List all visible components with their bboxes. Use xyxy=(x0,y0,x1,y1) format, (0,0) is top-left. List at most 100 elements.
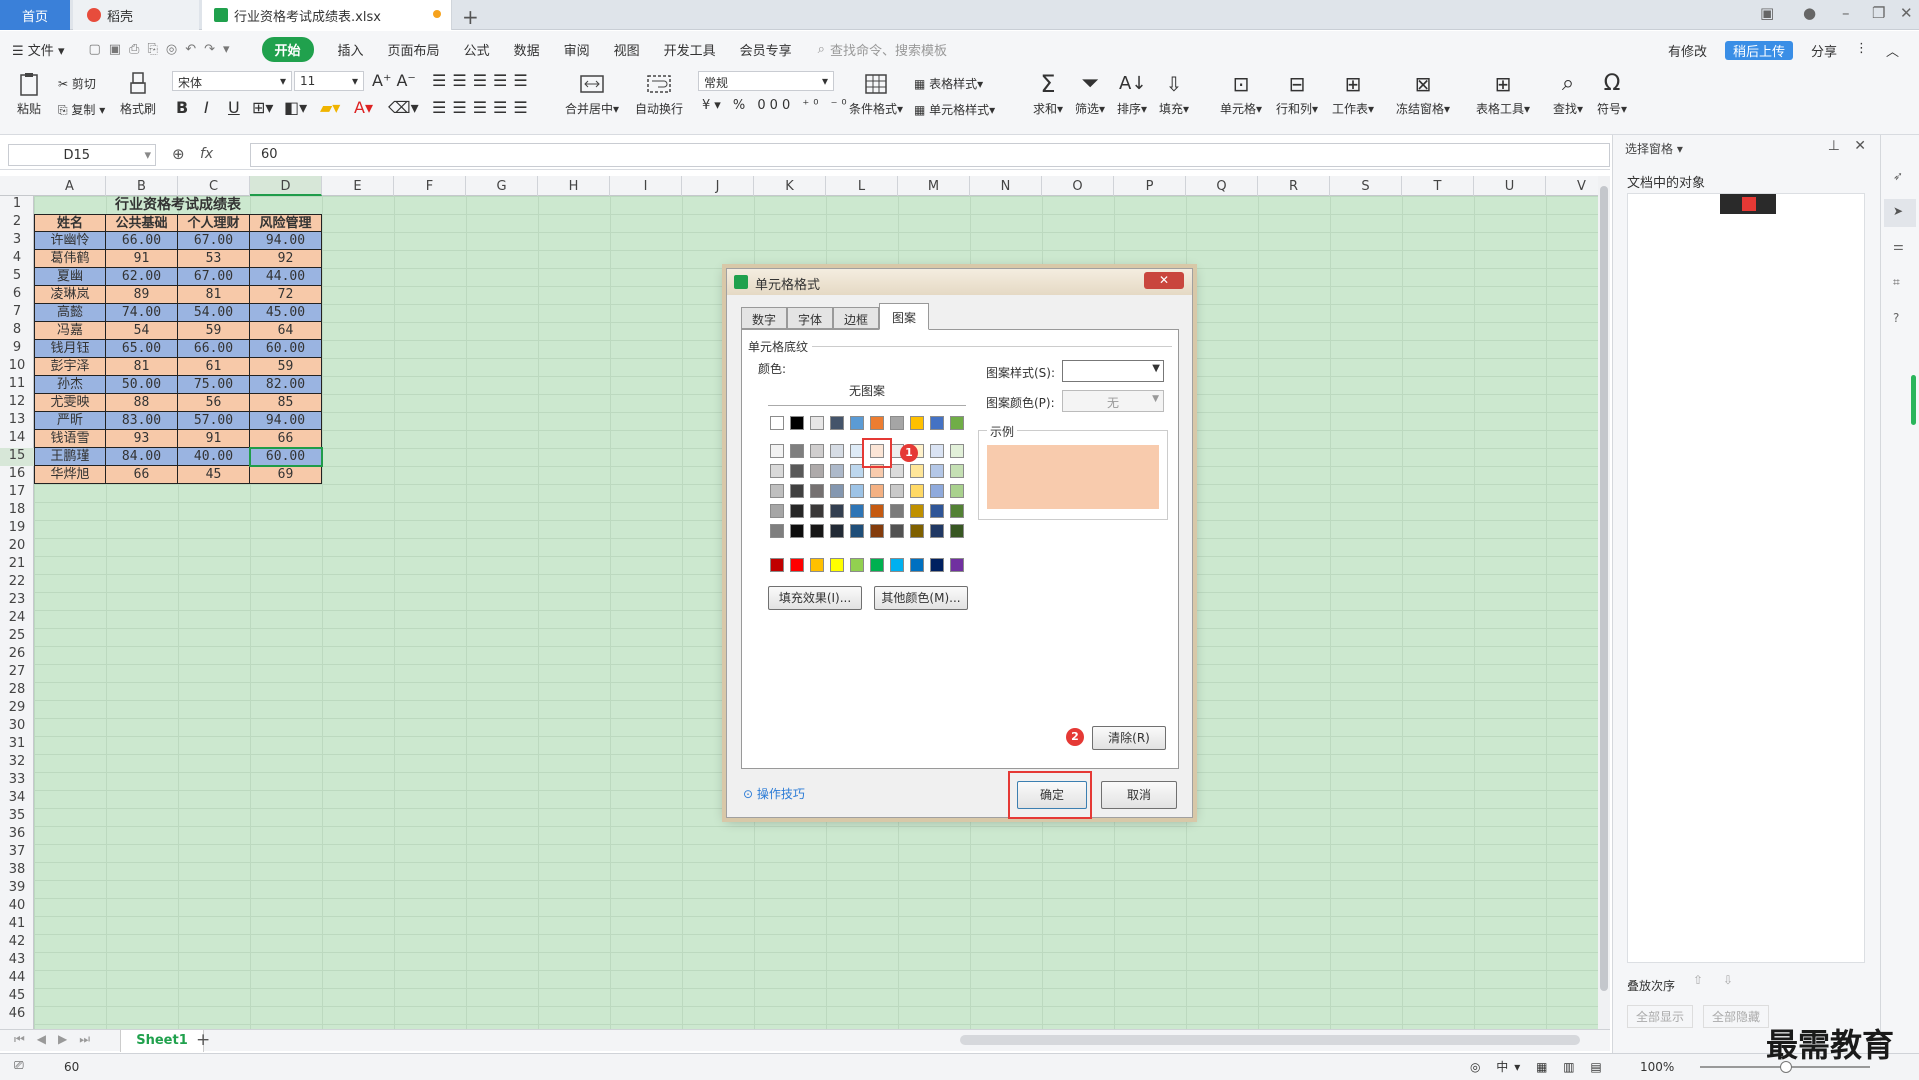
column-header[interactable]: V xyxy=(1546,176,1598,196)
zoom-formula-icon[interactable]: ⊕ xyxy=(172,145,185,163)
clear-button[interactable]: 清除(R) xyxy=(1092,726,1166,750)
underline-icon[interactable]: U xyxy=(228,98,240,117)
table-cell[interactable]: 64 xyxy=(250,322,322,340)
row-header[interactable]: 34 xyxy=(0,790,34,808)
eraser-icon[interactable]: ⌫▾ xyxy=(388,98,419,117)
border-icon[interactable]: ⊞▾ xyxy=(252,98,273,117)
row-header[interactable]: 5 xyxy=(0,268,34,286)
align-vertical-icons[interactable]: ☰☰☰☰☰ xyxy=(432,71,534,90)
tab-pattern[interactable]: 图案 xyxy=(879,303,929,330)
color-swatch[interactable] xyxy=(870,524,884,538)
conditional-format-button[interactable]: 条件格式▾ xyxy=(846,71,906,117)
table-cell[interactable]: 75.00 xyxy=(178,376,250,394)
pane-title[interactable]: 选择窗格 ▾ xyxy=(1625,140,1683,157)
table-cell[interactable]: 孙杰 xyxy=(34,376,106,394)
row-header[interactable]: 23 xyxy=(0,592,34,610)
table-cell[interactable]: 尤雯映 xyxy=(34,394,106,412)
color-swatch[interactable] xyxy=(850,504,864,518)
rocket-icon[interactable]: ➶ xyxy=(1893,169,1903,183)
pin-icon[interactable]: ⊥ xyxy=(1828,138,1840,154)
fx-icon[interactable]: fx xyxy=(200,146,213,162)
color-swatch[interactable] xyxy=(830,504,844,518)
table-cell[interactable]: 50.00 xyxy=(106,376,178,394)
row-header[interactable]: 17 xyxy=(0,484,34,502)
color-swatch[interactable] xyxy=(810,444,824,458)
row-header[interactable]: 28 xyxy=(0,682,34,700)
row-header[interactable]: 38 xyxy=(0,862,34,880)
color-swatch[interactable] xyxy=(790,524,804,538)
paste-button[interactable]: 粘贴 xyxy=(12,71,46,117)
row-header[interactable]: 19 xyxy=(0,520,34,538)
row-header[interactable]: 20 xyxy=(0,538,34,556)
wrap-text-button[interactable]: 自动换行 xyxy=(630,71,688,117)
menu-start[interactable]: 开始 xyxy=(261,36,314,62)
row-header[interactable]: 25 xyxy=(0,628,34,646)
font-grow-icon[interactable]: A⁺ A⁻ xyxy=(372,71,416,90)
color-swatch[interactable] xyxy=(890,504,904,518)
column-header[interactable]: M xyxy=(898,176,970,196)
color-swatch[interactable] xyxy=(810,416,824,430)
column-header[interactable]: P xyxy=(1114,176,1186,196)
color-swatch[interactable] xyxy=(770,444,784,458)
zoom-level[interactable]: 100% xyxy=(1640,1060,1674,1074)
menu-view[interactable]: 视图 xyxy=(614,40,640,59)
table-cell[interactable]: 高懿 xyxy=(34,304,106,322)
fill-color-icon[interactable]: ◧▾ xyxy=(284,98,307,117)
column-header[interactable]: U xyxy=(1474,176,1546,196)
cloud-upload-badge[interactable]: 稍后上传 xyxy=(1724,41,1793,60)
menu-formula[interactable]: 公式 xyxy=(464,40,490,59)
tab-home[interactable]: 首页 xyxy=(0,0,70,30)
table-cell[interactable]: 91 xyxy=(106,250,178,268)
format-painter-button[interactable]: 格式刷 xyxy=(116,71,160,117)
table-cell[interactable]: 45 xyxy=(178,466,250,484)
font-color-icon[interactable]: A▾ xyxy=(354,98,373,117)
tab-font[interactable]: 字体 xyxy=(787,307,833,329)
color-swatch[interactable] xyxy=(930,484,944,498)
color-swatch[interactable] xyxy=(790,416,804,430)
menu-data[interactable]: 数据 xyxy=(514,40,540,59)
color-swatch[interactable] xyxy=(910,558,924,572)
cursor-icon[interactable]: ➤ xyxy=(1884,199,1916,227)
table-cell[interactable]: 严昕 xyxy=(34,412,106,430)
highlight-icon[interactable]: ▰▾ xyxy=(320,98,340,117)
row-header[interactable]: 11 xyxy=(0,376,34,394)
column-header[interactable]: I xyxy=(610,176,682,196)
table-cell[interactable]: 44.00 xyxy=(250,268,322,286)
color-swatch[interactable] xyxy=(890,416,904,430)
table-cell[interactable]: 61 xyxy=(178,358,250,376)
color-swatch[interactable] xyxy=(950,416,964,430)
table-cell[interactable]: 59 xyxy=(178,322,250,340)
number-format-icons[interactable]: ¥▾ % 000 ⁺⁰ ⁻⁰ xyxy=(702,98,851,113)
color-swatch[interactable] xyxy=(810,464,824,478)
objects-list[interactable] xyxy=(1627,193,1865,963)
minimize-icon[interactable]: – xyxy=(1842,4,1850,22)
menu-file[interactable]: ☰ 文件 ▾ xyxy=(12,40,64,59)
horizontal-scrollbar[interactable] xyxy=(960,1035,1580,1045)
table-cell[interactable]: 王鹏瑾 xyxy=(34,448,106,466)
column-header[interactable]: B xyxy=(106,176,178,196)
table-cell[interactable]: 62.00 xyxy=(106,268,178,286)
quick-access-icons[interactable]: ▢▣⎙⎘◎↶↷▾ xyxy=(88,42,237,57)
row-header[interactable]: 8 xyxy=(0,322,34,340)
row-header[interactable]: 27 xyxy=(0,664,34,682)
row-header[interactable]: 10 xyxy=(0,358,34,376)
unsaved-dot-icon[interactable] xyxy=(433,10,441,18)
table-cell[interactable]: 94.00 xyxy=(250,412,322,430)
color-swatch[interactable] xyxy=(890,524,904,538)
dialog-close-icon[interactable]: ✕ xyxy=(1144,272,1184,289)
table-cell[interactable]: 67.00 xyxy=(178,268,250,286)
row-header[interactable]: 6 xyxy=(0,286,34,304)
row-header[interactable]: 42 xyxy=(0,934,34,952)
row-header[interactable]: 12 xyxy=(0,394,34,412)
row-header[interactable]: 41 xyxy=(0,916,34,934)
table-cell[interactable]: 93 xyxy=(106,430,178,448)
column-header[interactable]: N xyxy=(970,176,1042,196)
row-header[interactable]: 43 xyxy=(0,952,34,970)
close-window-icon[interactable]: ✕ xyxy=(1900,4,1913,22)
name-box[interactable]: D15 ▾ xyxy=(8,144,156,166)
row-header[interactable]: 40 xyxy=(0,898,34,916)
column-header[interactable]: T xyxy=(1402,176,1474,196)
color-swatch[interactable] xyxy=(910,524,924,538)
collapse-ribbon-icon[interactable]: ︿ xyxy=(1886,41,1899,60)
column-header[interactable]: Q xyxy=(1186,176,1258,196)
